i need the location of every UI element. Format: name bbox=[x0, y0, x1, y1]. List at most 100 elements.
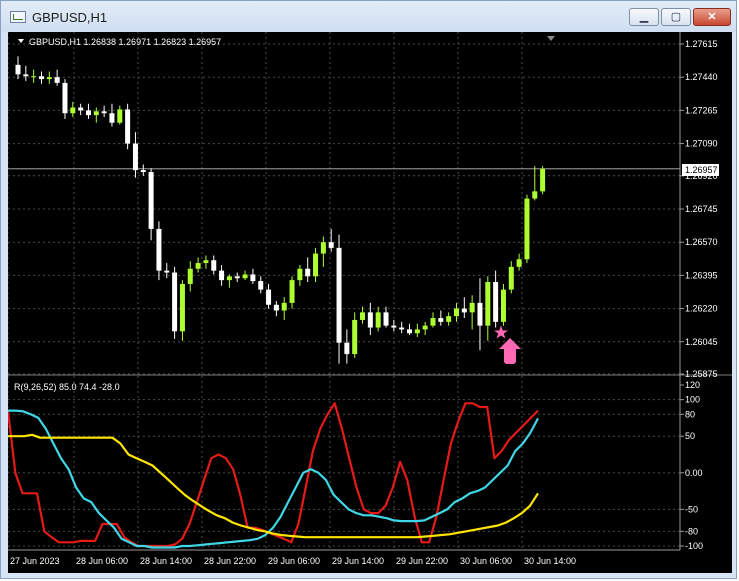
indicator-tick-label: 80 bbox=[685, 409, 695, 419]
candle-body bbox=[500, 289, 506, 322]
candle-body bbox=[234, 276, 240, 279]
time-tick-label: 29 Jun 14:00 bbox=[332, 556, 384, 566]
indicator-lines bbox=[8, 402, 539, 549]
candle-body bbox=[367, 312, 373, 328]
candle-body bbox=[344, 342, 350, 355]
candle-body bbox=[117, 109, 123, 123]
time-scale[interactable]: 27 Jun 2023 28 Jun 06:00 28 Jun 14:00 28 Ju… bbox=[10, 556, 576, 566]
chart-svg[interactable]: 1.276151.274401.272651.270901.269201.267… bbox=[8, 32, 732, 573]
minimize-button[interactable]: ▁ bbox=[629, 8, 659, 26]
candle-body bbox=[320, 242, 326, 254]
time-tick-label: 29 Jun 06:00 bbox=[268, 556, 320, 566]
price-tick-label: 1.27090 bbox=[685, 139, 718, 149]
candle-body bbox=[375, 312, 381, 328]
signal-marker bbox=[494, 325, 521, 364]
candle-body bbox=[38, 76, 44, 80]
candle-body bbox=[414, 329, 420, 334]
current-price-label: 1.26957 bbox=[685, 165, 718, 175]
candle-body bbox=[383, 312, 389, 326]
candle-body bbox=[313, 253, 319, 277]
candle-body bbox=[70, 107, 76, 114]
candle-body bbox=[23, 74, 29, 77]
time-tick-label: 27 Jun 2023 bbox=[10, 556, 60, 566]
price-tick-label: 1.26395 bbox=[685, 270, 718, 280]
price-tick-label: 1.27440 bbox=[685, 72, 718, 82]
candle-body bbox=[125, 109, 131, 144]
indicator-tick-label: -80 bbox=[685, 526, 698, 536]
candle-body bbox=[203, 260, 209, 264]
candle-body bbox=[15, 64, 21, 75]
candle-body bbox=[281, 302, 287, 311]
indicator-tick-label: 120 bbox=[685, 380, 700, 390]
candle-body bbox=[85, 110, 91, 116]
candle-body bbox=[289, 280, 295, 303]
candle-body bbox=[187, 268, 193, 284]
chart-shift-marker-icon[interactable] bbox=[547, 36, 555, 41]
candle-body bbox=[336, 247, 342, 343]
indicator-tick-label: -100 bbox=[685, 541, 703, 551]
candle-body bbox=[453, 308, 459, 317]
candle-body bbox=[258, 281, 264, 290]
up-arrow-icon bbox=[499, 338, 521, 364]
time-tick-label: 28 Jun 22:00 bbox=[204, 556, 256, 566]
candle-body bbox=[273, 304, 279, 311]
symbol-menu-arrow-icon[interactable] bbox=[18, 39, 24, 43]
title-bar[interactable]: GBPUSD,H1 ▁ ▢ ✕ bbox=[1, 1, 736, 32]
candle-body bbox=[422, 325, 428, 330]
indicator-scale[interactable]: 120 100 80 50 0.00 -50 -80 -100 bbox=[680, 380, 703, 551]
candle-body bbox=[109, 113, 115, 123]
candle-body bbox=[399, 327, 405, 330]
price-tick-label: 1.26220 bbox=[685, 304, 718, 314]
candle-body bbox=[524, 198, 530, 260]
candle-body bbox=[360, 312, 366, 320]
candle-body bbox=[195, 263, 201, 269]
candle-body bbox=[469, 302, 475, 313]
indicator-tick-label: 100 bbox=[685, 395, 700, 405]
price-tick-label: 1.26045 bbox=[685, 337, 718, 347]
candle-body bbox=[226, 276, 232, 281]
candle-body bbox=[493, 282, 499, 322]
candle-body bbox=[132, 143, 138, 171]
time-tick-label: 30 Jun 06:00 bbox=[460, 556, 512, 566]
price-tick-label: 1.26570 bbox=[685, 237, 718, 247]
candle-body bbox=[446, 316, 452, 322]
candle-body bbox=[62, 82, 68, 114]
fast-line bbox=[8, 402, 539, 548]
price-pane-header: GBPUSD,H1 1.26838 1.26971 1.26823 1.2695… bbox=[29, 37, 221, 47]
candle-body bbox=[532, 191, 538, 199]
maximize-button[interactable]: ▢ bbox=[661, 8, 691, 26]
candle-body bbox=[140, 170, 146, 173]
candle-body bbox=[101, 111, 107, 114]
candle-body bbox=[242, 274, 248, 279]
close-button[interactable]: ✕ bbox=[693, 8, 731, 26]
candle-body bbox=[430, 318, 436, 326]
chart-window-icon bbox=[10, 11, 26, 23]
candle-body bbox=[508, 266, 514, 290]
time-tick-label: 28 Jun 14:00 bbox=[140, 556, 192, 566]
price-scale[interactable]: 1.276151.274401.272651.270901.269201.267… bbox=[680, 39, 718, 379]
time-tick-label: 29 Jun 22:00 bbox=[396, 556, 448, 566]
candle-body bbox=[352, 319, 358, 355]
candle-body bbox=[179, 283, 185, 332]
candle-body bbox=[477, 302, 483, 326]
candle-body bbox=[297, 268, 303, 281]
candle-body bbox=[31, 76, 37, 78]
time-tick-label: 30 Jun 14:00 bbox=[524, 556, 576, 566]
candle-body bbox=[156, 228, 162, 271]
indicator-tick-label: -50 bbox=[685, 504, 698, 514]
indicator-tick-label: 0.00 bbox=[685, 468, 703, 478]
candle-body bbox=[54, 77, 60, 83]
candle-body bbox=[485, 282, 491, 326]
candle-body bbox=[461, 308, 467, 313]
price-tick-label: 1.27265 bbox=[685, 105, 718, 115]
candle-body bbox=[164, 270, 170, 273]
candle-body bbox=[266, 289, 272, 305]
chart-area[interactable]: 1.276151.274401.272651.270901.269201.267… bbox=[8, 32, 732, 573]
candle-body bbox=[516, 259, 522, 267]
grid bbox=[8, 32, 680, 550]
candle-body bbox=[211, 260, 217, 271]
price-tick-label: 1.25875 bbox=[685, 369, 718, 379]
candle-body bbox=[93, 111, 99, 116]
candle-body bbox=[328, 242, 334, 248]
candle-body bbox=[540, 168, 546, 192]
